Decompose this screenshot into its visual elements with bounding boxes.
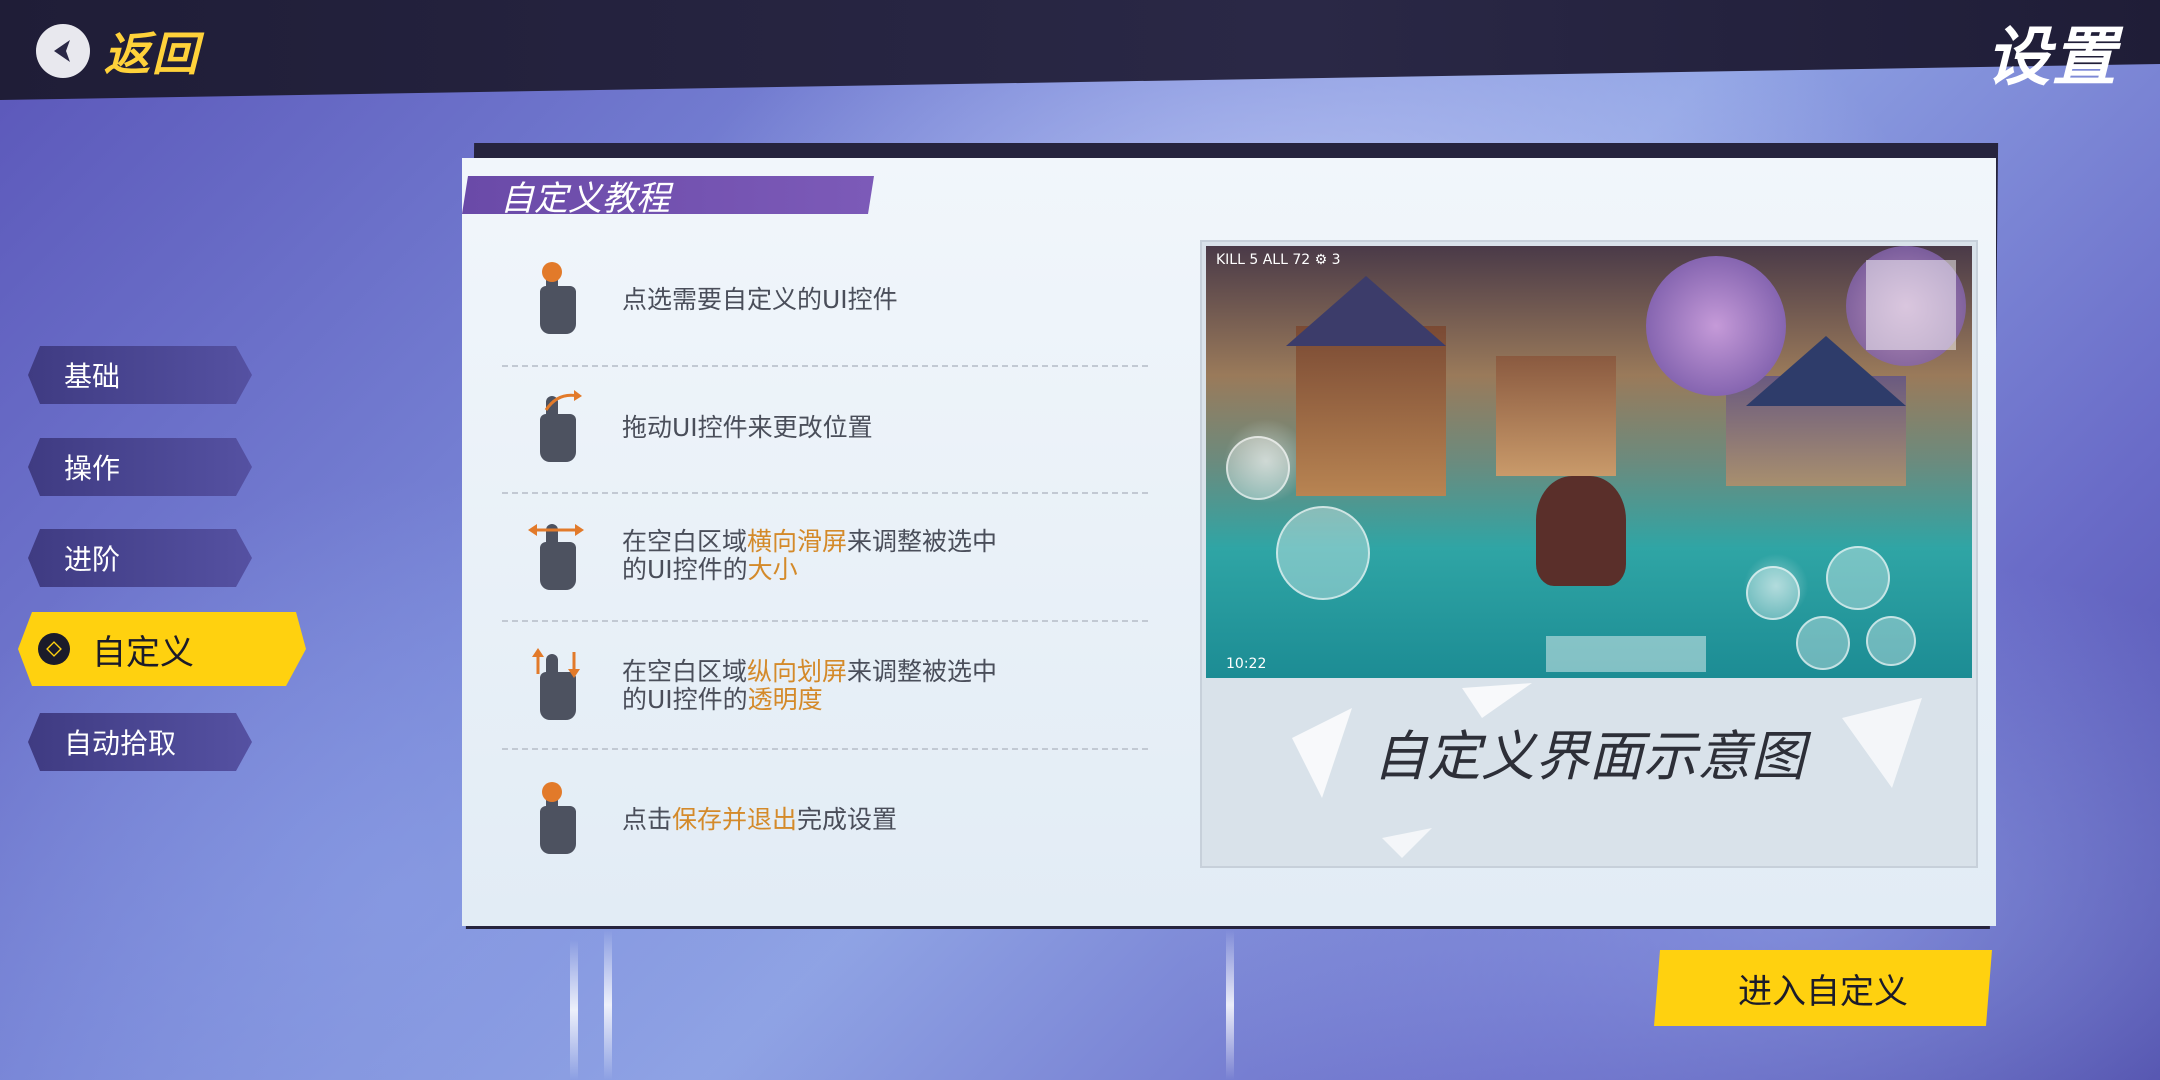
nav-item-label: 进阶 (64, 543, 121, 576)
tutorial-step-tap: 点选需要自定义的UI控件 (530, 262, 1150, 338)
light-streak (1226, 930, 1234, 1080)
tutorial-tab-label: 自定义教程 (500, 178, 670, 219)
enter-custom-button[interactable]: 进入自定义 (1654, 950, 1992, 1026)
top-bar (0, 0, 2160, 100)
custom-ui-preview: KILL 5 ALL 72 ⚙ 3 10:22 自定义界面示意图 (1200, 240, 1978, 868)
tutorial-step-save: 点击保存并退出完成设置 (530, 782, 1150, 858)
gameplay-screenshot: KILL 5 ALL 72 ⚙ 3 10:22 (1206, 246, 1972, 678)
nav-item-auto-pickup[interactable]: 自动拾取 (28, 713, 252, 771)
step-text: 在空白区域横向滑屏来调整被选中 的UI控件的大小 (622, 527, 998, 584)
enter-custom-label: 进入自定义 (1738, 971, 1908, 1012)
nav-item-advanced[interactable]: 进阶 (28, 529, 252, 587)
nav-item-label: 自定义 (92, 632, 194, 673)
nav-item-basic[interactable]: 基础 (28, 346, 252, 404)
drag-icon (530, 390, 582, 466)
back-arrow-icon (36, 24, 90, 78)
nav-item-label: 操作 (64, 452, 121, 485)
tutorial-step-resize: 在空白区域横向滑屏来调整被选中 的UI控件的大小 (528, 518, 1150, 594)
swipe-vertical-icon (530, 648, 582, 724)
light-streak (570, 940, 578, 1080)
divider (502, 492, 1148, 494)
step-text: 拖动UI控件来更改位置 (622, 413, 873, 442)
tutorial-step-opacity: 在空白区域纵向划屏来调整被选中 的UI控件的透明度 (530, 648, 1150, 724)
preview-caption: 自定义界面示意图 (1373, 725, 1805, 788)
custom-layout-icon (38, 633, 70, 665)
tap-icon (530, 262, 582, 338)
divider (502, 365, 1148, 367)
step-text: 在空白区域纵向划屏来调整被选中 的UI控件的透明度 (622, 657, 998, 714)
step-text: 点击保存并退出完成设置 (622, 805, 898, 834)
step-text: 点选需要自定义的UI控件 (622, 285, 898, 314)
back-label: 返回 (104, 27, 200, 81)
nav-item-custom[interactable]: 自定义 (18, 612, 306, 686)
hud-kill-counter: KILL 5 ALL 72 ⚙ 3 (1216, 252, 1341, 268)
nav-item-label: 基础 (64, 360, 121, 393)
light-streak (604, 930, 612, 1080)
hud-clock: 10:22 (1226, 656, 1267, 672)
tap-icon (530, 782, 582, 858)
tutorial-tab: 自定义教程 (462, 176, 874, 214)
tutorial-step-drag: 拖动UI控件来更改位置 (530, 390, 1150, 466)
swipe-horizontal-icon (528, 518, 584, 594)
divider (502, 620, 1148, 622)
page-title: 设置 (1986, 21, 2118, 95)
nav-item-controls[interactable]: 操作 (28, 438, 252, 496)
nav-item-label: 自动拾取 (64, 727, 177, 760)
divider (502, 748, 1148, 750)
back-button[interactable]: 返回 (36, 18, 200, 84)
